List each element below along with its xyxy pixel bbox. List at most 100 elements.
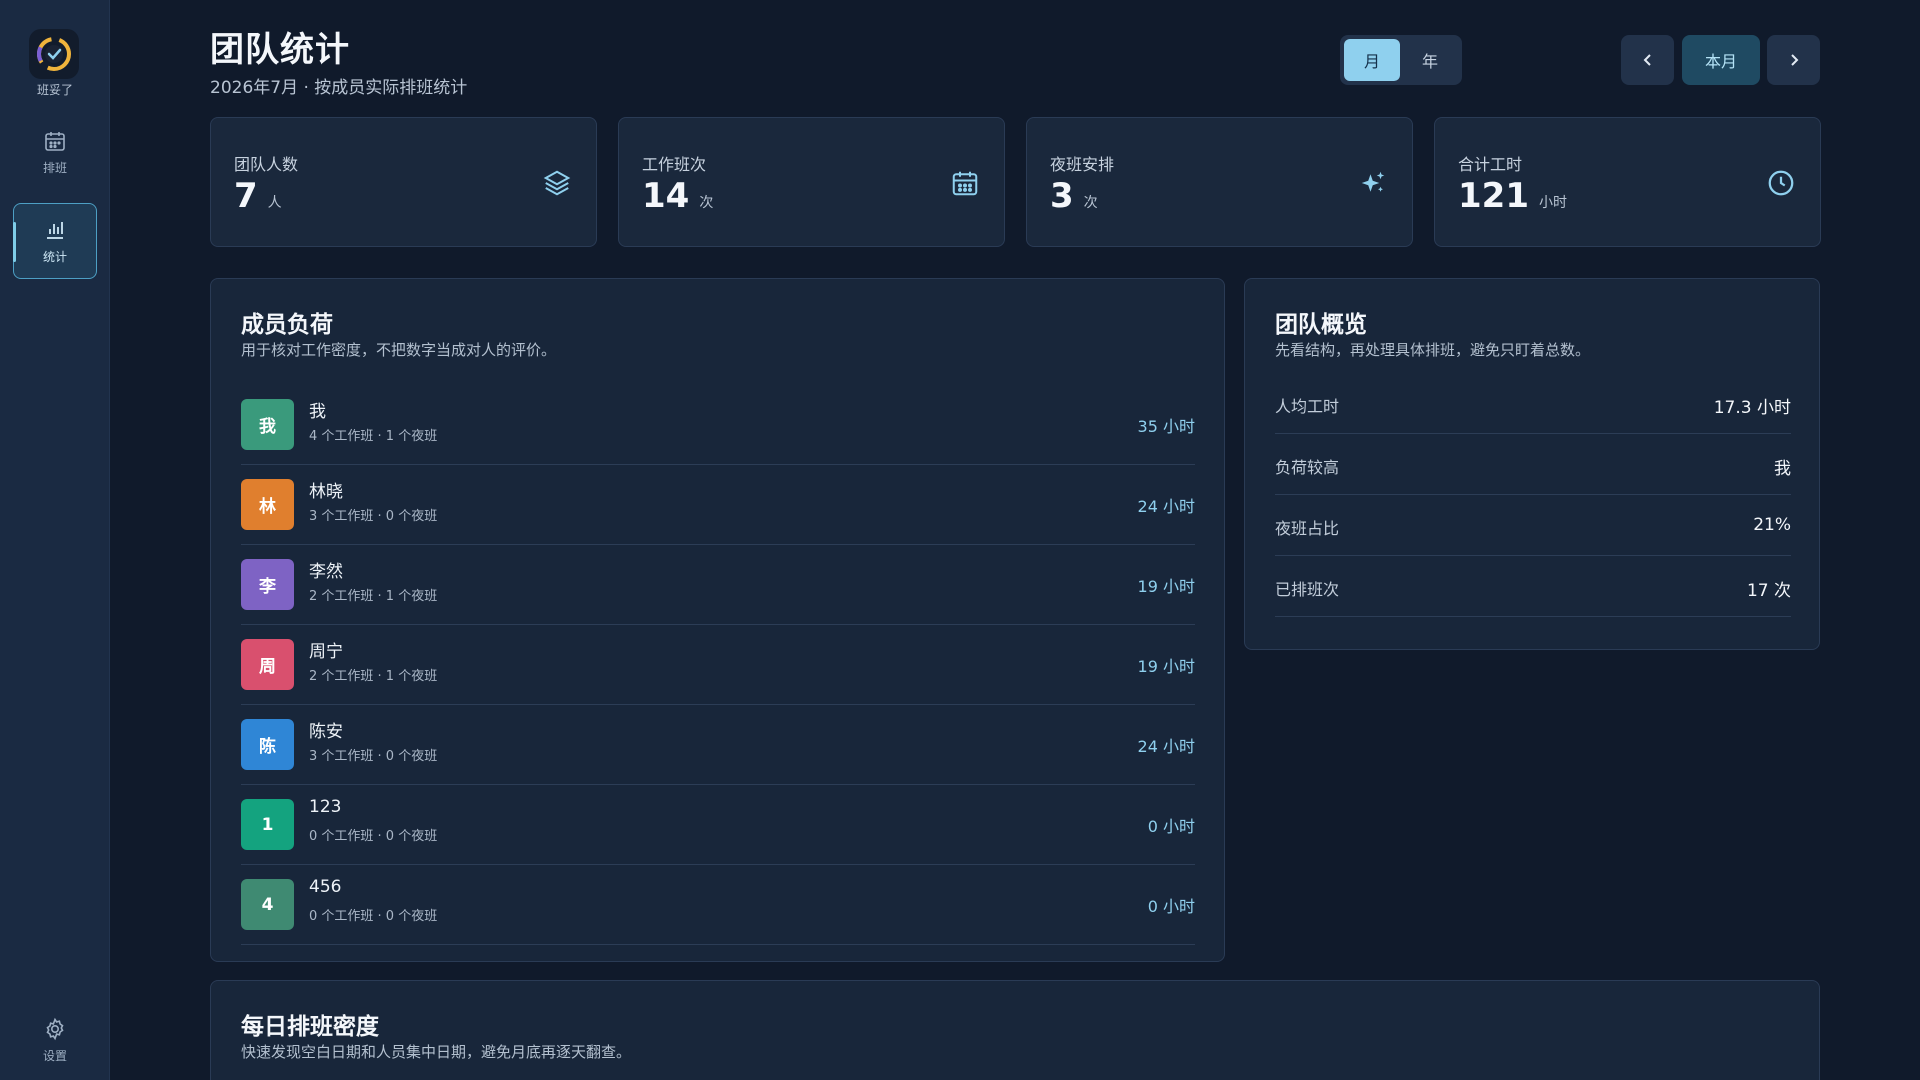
- chevron-left-icon: [1643, 54, 1651, 66]
- overview-row: 夜班占比 21%: [1275, 495, 1791, 556]
- stat-label: 团队人数: [234, 155, 299, 174]
- member-hours: 35 小时: [1137, 417, 1195, 436]
- member-row[interactable]: 周周宁 2 个工作班 · 1 个夜班 19 小时: [241, 625, 1195, 705]
- density-panel: 每日排班密度 快速发现空白日期和人员集中日期，避免月底再逐天翻查。: [210, 980, 1820, 1080]
- member-detail: 0 个工作班 · 0 个夜班: [309, 829, 438, 844]
- member-name: 陈安: [309, 722, 343, 742]
- stat-label: 夜班安排: [1050, 155, 1115, 174]
- stat-card-shifts: 工作班次 14 次: [618, 117, 1005, 247]
- app-logo[interactable]: [29, 29, 79, 79]
- overview-label: 负荷较高: [1275, 458, 1340, 477]
- member-hours: 19 小时: [1137, 577, 1195, 596]
- stat-value: 7 人: [234, 176, 282, 216]
- member-row[interactable]: 陈陈安 3 个工作班 · 0 个夜班 24 小时: [241, 705, 1195, 785]
- sidebar-item-settings[interactable]: 设置: [13, 1008, 97, 1072]
- avatar: 陈: [241, 719, 294, 770]
- member-name: 李然: [309, 562, 343, 582]
- member-detail: 2 个工作班 · 1 个夜班: [309, 669, 438, 684]
- density-panel-title: 每日排班密度: [241, 1014, 379, 1040]
- overview-value: 17 次: [1746, 581, 1791, 601]
- overview-panel-description: 先看结构，再处理具体排班，避免只盯着总数。: [1275, 341, 1591, 359]
- member-hours: 19 小时: [1137, 657, 1195, 676]
- stat-label: 工作班次: [642, 155, 707, 174]
- avatar: 林: [241, 479, 294, 530]
- overview-row: 人均工时 17.3 小时: [1275, 373, 1791, 434]
- current-period-button[interactable]: 本月: [1682, 35, 1760, 85]
- member-hours: 0 小时: [1147, 897, 1195, 916]
- gear-icon: [46, 1017, 64, 1040]
- overview-panel-title: 团队概览: [1275, 312, 1367, 338]
- app-name: 班妥了: [36, 83, 73, 97]
- logo-icon: [37, 37, 71, 71]
- sidebar-item-label: 设置: [42, 1048, 67, 1063]
- stat-unit: 小时: [1538, 195, 1567, 211]
- period-month-button[interactable]: 月: [1344, 39, 1400, 81]
- member-row[interactable]: 4 456 0 个工作班 · 0 个夜班 0 小时: [241, 865, 1195, 945]
- sidebar-item-schedule[interactable]: 排班: [13, 114, 97, 190]
- stat-unit: 人: [267, 195, 282, 211]
- avatar: 4: [241, 879, 294, 930]
- member-list: 我我 4 个工作班 · 1 个夜班 35 小时林林晓 3 个工作班 · 0 个夜班 24…: [241, 385, 1195, 945]
- overview-row: 负荷较高 我: [1275, 434, 1791, 495]
- member-name: 我: [309, 402, 326, 422]
- member-detail: 0 个工作班 · 0 个夜班: [309, 909, 438, 924]
- density-panel-description: 快速发现空白日期和人员集中日期，避免月底再逐天翻查。: [241, 1043, 632, 1061]
- member-detail: 3 个工作班 · 0 个夜班: [309, 509, 438, 524]
- period-toggle: 月 年: [1340, 35, 1462, 85]
- sidebar-item-label: 统计: [42, 249, 67, 264]
- overview-label: 夜班占比: [1275, 519, 1340, 538]
- stat-value: 3 次: [1050, 176, 1098, 216]
- stat-card-team-size: 团队人数 7 人: [210, 117, 597, 247]
- member-row[interactable]: 李李然 2 个工作班 · 1 个夜班 19 小时: [241, 545, 1195, 625]
- stat-number: 3: [1050, 176, 1074, 216]
- calendar-icon: [45, 131, 65, 151]
- member-name: 123: [309, 797, 342, 817]
- member-name: 林晓: [309, 482, 343, 502]
- overview-row: 已排班次 17 次: [1275, 556, 1791, 617]
- stat-unit: 次: [1083, 195, 1098, 211]
- members-panel-title: 成员负荷: [241, 312, 333, 338]
- stat-number: 121: [1458, 176, 1529, 216]
- overview-label: 人均工时: [1275, 397, 1340, 416]
- clock-icon: [1768, 170, 1794, 196]
- stat-value: 14 次: [642, 176, 713, 216]
- page-subtitle: 2026年7月 · 按成员实际排班统计: [210, 78, 468, 98]
- overview-panel: 团队概览 先看结构，再处理具体排班，避免只盯着总数。 人均工时 17.3 小时 负荷…: [1244, 278, 1820, 650]
- overview-value: 我: [1774, 459, 1791, 479]
- stat-card-night-shifts: 夜班安排 3 次: [1026, 117, 1413, 247]
- next-period-button[interactable]: [1767, 35, 1820, 85]
- prev-period-button[interactable]: [1621, 35, 1674, 85]
- member-detail: 4 个工作班 · 1 个夜班: [309, 429, 438, 444]
- members-panel-description: 用于核对工作密度，不把数字当成对人的评价。: [241, 341, 557, 359]
- chevron-right-icon: [1790, 54, 1798, 66]
- avatar: 李: [241, 559, 294, 610]
- bar-chart-icon: [47, 221, 63, 239]
- member-hours: 0 小时: [1147, 817, 1195, 836]
- member-hours: 24 小时: [1137, 497, 1195, 516]
- stat-card-total-hours: 合计工时 121 小时: [1434, 117, 1821, 247]
- member-row[interactable]: 1 123 0 个工作班 · 0 个夜班 0 小时: [241, 785, 1195, 865]
- avatar: 我: [241, 399, 294, 450]
- avatar: 周: [241, 639, 294, 690]
- member-name: 周宁: [309, 642, 343, 662]
- member-row[interactable]: 林林晓 3 个工作班 · 0 个夜班 24 小时: [241, 465, 1195, 545]
- stat-number: 14: [642, 176, 690, 216]
- overview-label: 已排班次: [1275, 580, 1340, 599]
- member-hours: 24 小时: [1137, 737, 1195, 756]
- layers-icon: [543, 170, 571, 196]
- stat-unit: 次: [699, 195, 714, 211]
- member-detail: 2 个工作班 · 1 个夜班: [309, 589, 438, 604]
- period-year-button[interactable]: 年: [1402, 39, 1458, 81]
- calendar-icon: [952, 171, 978, 196]
- sidebar-item-stats[interactable]: 统计: [13, 203, 97, 279]
- stat-number: 7: [234, 176, 258, 216]
- stat-label: 合计工时: [1458, 155, 1523, 174]
- member-row[interactable]: 我我 4 个工作班 · 1 个夜班 35 小时: [241, 385, 1195, 465]
- members-panel: 成员负荷 用于核对工作密度，不把数字当成对人的评价。 我我 4 个工作班 · 1 …: [210, 278, 1225, 962]
- avatar: 1: [241, 799, 294, 850]
- overview-value: 21%: [1753, 515, 1791, 535]
- member-name: 456: [309, 877, 342, 897]
- sidebar-item-label: 排班: [42, 160, 67, 175]
- sparkles-icon: [1361, 171, 1385, 192]
- overview-list: 人均工时 17.3 小时负荷较高 我夜班占比 21% 已排班次 17 次: [1275, 373, 1791, 617]
